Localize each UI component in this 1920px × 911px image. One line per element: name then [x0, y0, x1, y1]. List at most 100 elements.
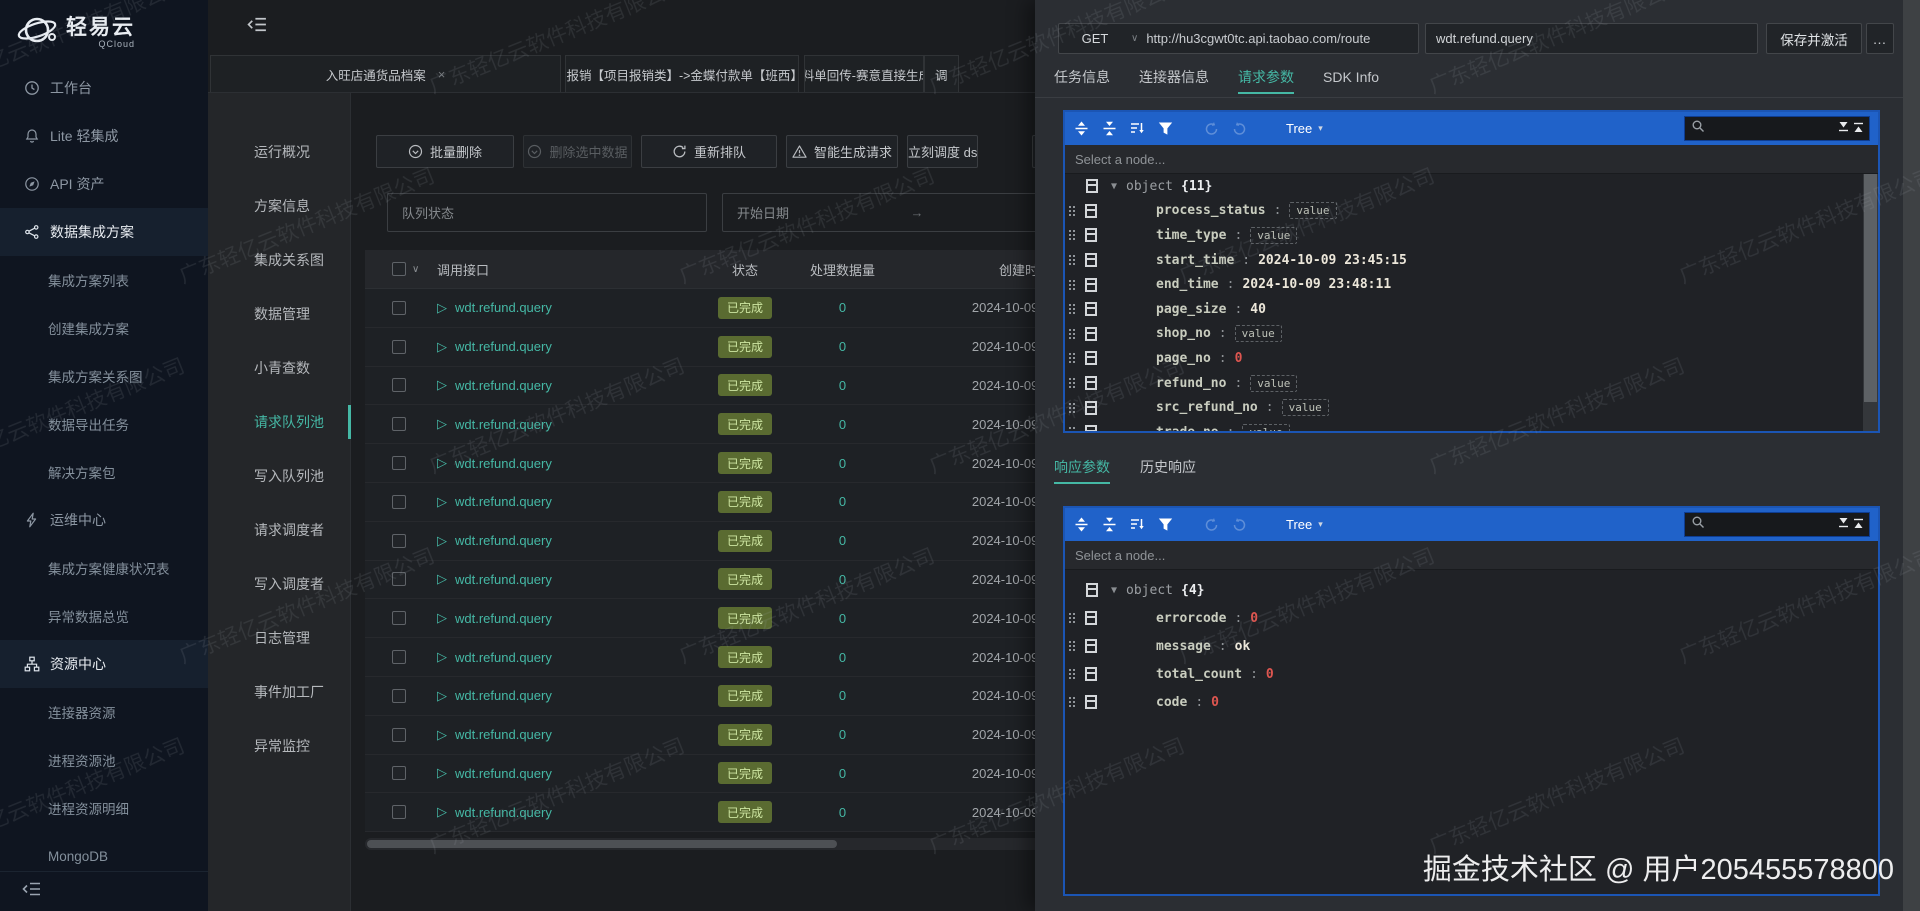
tree-value[interactable]: 0	[1266, 667, 1274, 682]
tree-row[interactable]: page_no : 0	[1065, 346, 1878, 371]
drag-handle-icon[interactable]	[1068, 279, 1076, 291]
drag-handle-icon[interactable]	[1068, 254, 1076, 266]
drag-handle-icon[interactable]	[1068, 303, 1076, 315]
toolbar-button[interactable]: 重新排队	[641, 135, 777, 168]
sidebar-item[interactable]: 集成方案列表	[0, 256, 208, 304]
tree-key[interactable]: total_count	[1156, 667, 1242, 682]
row-checkbox[interactable]	[392, 766, 406, 780]
sidebar-item[interactable]: API 资产	[0, 160, 208, 208]
toolbar-button[interactable]: 删除选中数据	[523, 135, 632, 168]
tree-key[interactable]: shop_no	[1156, 326, 1211, 341]
filter-icon[interactable]	[1158, 121, 1173, 136]
tree-value[interactable]: value	[1250, 375, 1297, 392]
page-tab[interactable]: 采购退料单回传-赛意直接生成-N ×	[804, 55, 924, 92]
start-date-field[interactable]: 开始日期	[737, 203, 789, 222]
drag-handle-icon[interactable]	[1068, 229, 1076, 241]
tree-key[interactable]: trade_no	[1156, 425, 1219, 431]
tree-row[interactable]: src_refund_no : value	[1065, 395, 1878, 420]
response-tab[interactable]: 响应参数	[1054, 452, 1110, 482]
tree-value[interactable]: 0	[1235, 351, 1243, 366]
row-checkbox[interactable]	[392, 728, 406, 742]
subnav-item[interactable]: 异常监控	[208, 719, 350, 773]
api-link[interactable]: ▷ wdt.refund.query	[425, 610, 700, 626]
more-button[interactable]: …	[1866, 23, 1894, 54]
close-icon[interactable]: ×	[438, 67, 446, 82]
api-link[interactable]: ▷ wdt.refund.query	[425, 804, 700, 820]
page-tab[interactable]: 入旺店通货品档案 ×	[210, 55, 561, 92]
tree-row[interactable]: errorcode : 0	[1065, 604, 1878, 632]
tree-key[interactable]: time_type	[1156, 228, 1226, 243]
sidebar-item[interactable]: 解决方案包	[0, 448, 208, 496]
select-all-checkbox[interactable]	[392, 262, 406, 276]
expand-all-icon[interactable]	[1074, 121, 1089, 136]
api-link[interactable]: ▷ wdt.refund.query	[425, 377, 700, 393]
node-select-bar[interactable]: Select a node...	[1065, 145, 1878, 174]
api-link[interactable]: ▷ wdt.refund.query	[425, 649, 700, 665]
page-tab[interactable]: 调	[924, 55, 959, 92]
tree-root-row[interactable]: ▼ object {11}	[1065, 174, 1878, 199]
row-checkbox[interactable]	[392, 417, 406, 431]
tree-value[interactable]: 40	[1250, 302, 1266, 317]
tree-key[interactable]: end_time	[1156, 277, 1219, 292]
subnav-item[interactable]: 日志管理	[208, 611, 350, 665]
collapse-triangle-icon[interactable]: ▼	[1111, 585, 1117, 596]
collapse-submenu-icon[interactable]	[247, 16, 268, 38]
tree-row[interactable]: total_count : 0	[1065, 660, 1878, 688]
tree-row[interactable]: refund_no : value	[1065, 371, 1878, 396]
tree-value[interactable]: value	[1250, 227, 1297, 244]
tree-key[interactable]: start_time	[1156, 253, 1234, 268]
row-checkbox[interactable]	[392, 456, 406, 470]
jump-down-icon[interactable]	[1838, 516, 1849, 534]
tree-value[interactable]: 2024-10-09 23:45:15	[1258, 253, 1407, 268]
drag-handle-icon[interactable]	[1068, 328, 1076, 340]
collapse-all-icon[interactable]	[1102, 517, 1117, 532]
toolbar-button[interactable]: 批量删除	[376, 135, 514, 168]
save-activate-button[interactable]: 保存并激活	[1766, 23, 1862, 54]
drag-handle-icon[interactable]	[1068, 352, 1076, 364]
subnav-item[interactable]: 写入队列池	[208, 449, 350, 503]
expand-all-icon[interactable]	[1074, 517, 1089, 532]
row-checkbox[interactable]	[392, 650, 406, 664]
tree-key[interactable]: refund_no	[1156, 376, 1226, 391]
undo-icon[interactable]	[1204, 517, 1219, 532]
toolbar-button[interactable]: 立刻调度 ds	[907, 135, 978, 168]
api-link[interactable]: ▷ wdt.refund.query	[425, 688, 700, 704]
sidebar-item[interactable]: Lite 轻集成	[0, 112, 208, 160]
tree-search-input[interactable]	[1684, 512, 1870, 537]
url-input[interactable]: http://hu3cgwt0tc.api.taobao.com/route	[1146, 31, 1370, 46]
row-checkbox[interactable]	[392, 611, 406, 625]
tree-value[interactable]: ok	[1235, 639, 1251, 654]
drag-handle-icon[interactable]	[1068, 696, 1076, 708]
jump-up-icon[interactable]	[1853, 120, 1864, 138]
api-link[interactable]: ▷ wdt.refund.query	[425, 416, 700, 432]
undo-icon[interactable]	[1204, 121, 1219, 136]
drag-handle-icon[interactable]	[1068, 402, 1076, 414]
subnav-item[interactable]: 小青查数	[208, 341, 350, 395]
sidebar-item[interactable]: 进程资源明细	[0, 784, 208, 832]
sidebar-item[interactable]: 数据集成方案	[0, 208, 208, 256]
subnav-item[interactable]: 方案信息	[208, 179, 350, 233]
redo-icon[interactable]	[1232, 517, 1247, 532]
api-link[interactable]: ▷ wdt.refund.query	[425, 300, 700, 316]
drag-handle-icon[interactable]	[1068, 640, 1076, 652]
subnav-item[interactable]: 数据管理	[208, 287, 350, 341]
api-link[interactable]: ▷ wdt.refund.query	[425, 455, 700, 471]
redo-icon[interactable]	[1232, 121, 1247, 136]
scrollbar-thumb[interactable]	[367, 840, 837, 848]
subnav-item[interactable]: 运行概况	[208, 125, 350, 179]
tree-row[interactable]: trade_no : value	[1065, 420, 1878, 431]
node-select-bar[interactable]: Select a node...	[1065, 541, 1878, 570]
drag-handle-icon[interactable]	[1068, 668, 1076, 680]
tree-row[interactable]: message : ok	[1065, 632, 1878, 660]
row-checkbox[interactable]	[392, 301, 406, 315]
tree-value[interactable]: value	[1242, 424, 1289, 431]
row-checkbox[interactable]	[392, 495, 406, 509]
api-link[interactable]: ▷ wdt.refund.query	[425, 765, 700, 781]
tree-scrollbar[interactable]	[1863, 174, 1878, 431]
sort-icon[interactable]	[1130, 517, 1145, 532]
drag-handle-icon[interactable]	[1068, 377, 1076, 389]
sidebar-item[interactable]: 异常数据总览	[0, 592, 208, 640]
row-checkbox[interactable]	[392, 534, 406, 548]
row-checkbox[interactable]	[392, 689, 406, 703]
sidebar-item[interactable]: 数据导出任务	[0, 400, 208, 448]
